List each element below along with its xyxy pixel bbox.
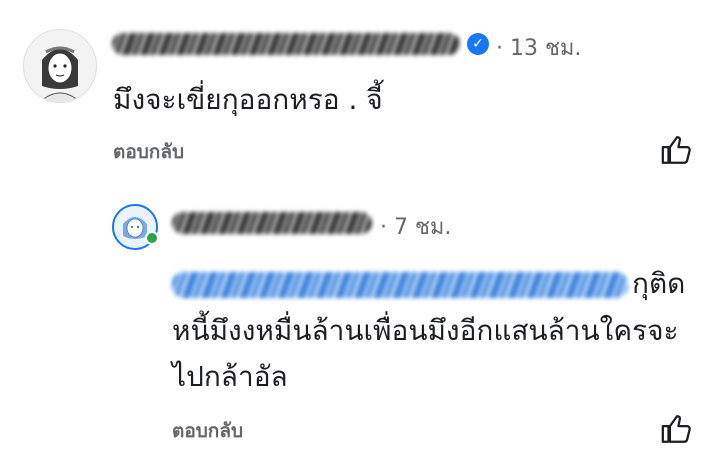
avatar[interactable] <box>23 29 97 103</box>
thumbs-up-icon <box>661 415 691 443</box>
comment-text: ไปกล้าอัล <box>172 360 288 393</box>
author-name-redacted[interactable] <box>112 33 460 55</box>
mentioned-name-redacted[interactable] <box>172 272 628 298</box>
like-button[interactable] <box>660 412 694 446</box>
like-button[interactable] <box>660 133 694 167</box>
comment-timestamp[interactable]: · 13 ชม. <box>496 36 581 62</box>
online-status-dot <box>145 231 159 245</box>
verified-badge-icon: ✓ <box>467 33 489 55</box>
reply-button[interactable]: ตอบกลับ <box>113 140 184 164</box>
comment-timestamp[interactable]: · 7 ชม. <box>380 215 451 241</box>
author-name-redacted[interactable] <box>172 212 372 234</box>
comment-text: กุติด <box>632 267 686 300</box>
thumbs-up-icon <box>661 136 691 164</box>
reply-button[interactable]: ตอบกลับ <box>172 419 243 443</box>
comment-text: หนี้มึงงหมื่นล้านเพื่อนมึงอีกแสนล้านใครจ… <box>172 314 679 347</box>
comment-text: มึงจะเขี่ยกุออกหรอ . จี้ <box>113 83 383 116</box>
avatar-illustration <box>24 30 96 102</box>
